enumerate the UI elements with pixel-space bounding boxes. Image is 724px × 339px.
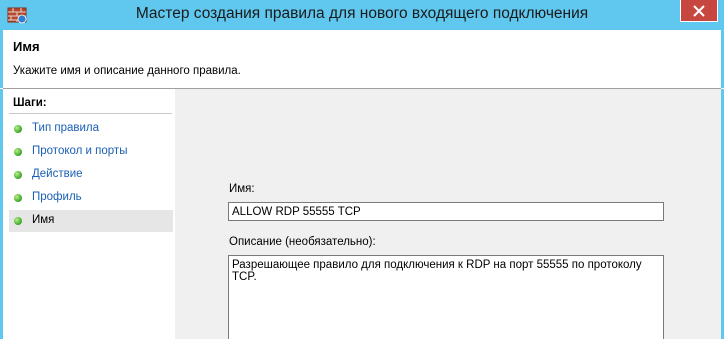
sidebar-item-label: Тип правила	[32, 122, 100, 134]
close-button[interactable]	[680, 0, 718, 22]
title-bar[interactable]: Мастер создания правила для нового входя…	[0, 0, 724, 30]
name-field[interactable]	[228, 202, 664, 221]
steps-sidebar: Шаги: Тип правила Протокол и порты Дейст…	[0, 89, 175, 339]
step-current-icon	[14, 217, 22, 225]
step-complete-icon	[14, 194, 22, 202]
sidebar-item-label: Действие	[32, 168, 83, 180]
sidebar-item-label: Профиль	[32, 191, 82, 203]
steps-divider	[9, 113, 172, 114]
description-field[interactable]: Разрешающее правило для подключения к RD…	[228, 255, 664, 339]
window-title: Мастер создания правила для нового входя…	[135, 5, 589, 22]
sidebar-item-name[interactable]: Имя	[9, 210, 173, 232]
step-complete-icon	[14, 148, 22, 156]
wizard-content: Имя: Описание (необязательно): Разрешающ…	[175, 89, 724, 339]
sidebar-item-action[interactable]: Действие	[9, 164, 173, 186]
steps-title: Шаги:	[13, 97, 47, 109]
wizard-header: Имя Укажите имя и описание данного прави…	[0, 30, 724, 88]
sidebar-item-label: Имя	[32, 214, 55, 226]
step-complete-icon	[14, 125, 22, 133]
sidebar-item-profile[interactable]: Профиль	[9, 187, 173, 209]
name-label: Имя:	[229, 183, 255, 195]
close-icon	[693, 4, 705, 17]
step-complete-icon	[14, 171, 22, 179]
sidebar-item-rule-type[interactable]: Тип правила	[9, 118, 173, 140]
sidebar-item-label: Протокол и порты	[32, 145, 128, 157]
sidebar-item-protocol-ports[interactable]: Протокол и порты	[9, 141, 173, 163]
description-label: Описание (необязательно):	[229, 236, 376, 248]
page-title: Имя	[13, 39, 40, 54]
page-description: Укажите имя и описание данного правила.	[13, 65, 241, 77]
